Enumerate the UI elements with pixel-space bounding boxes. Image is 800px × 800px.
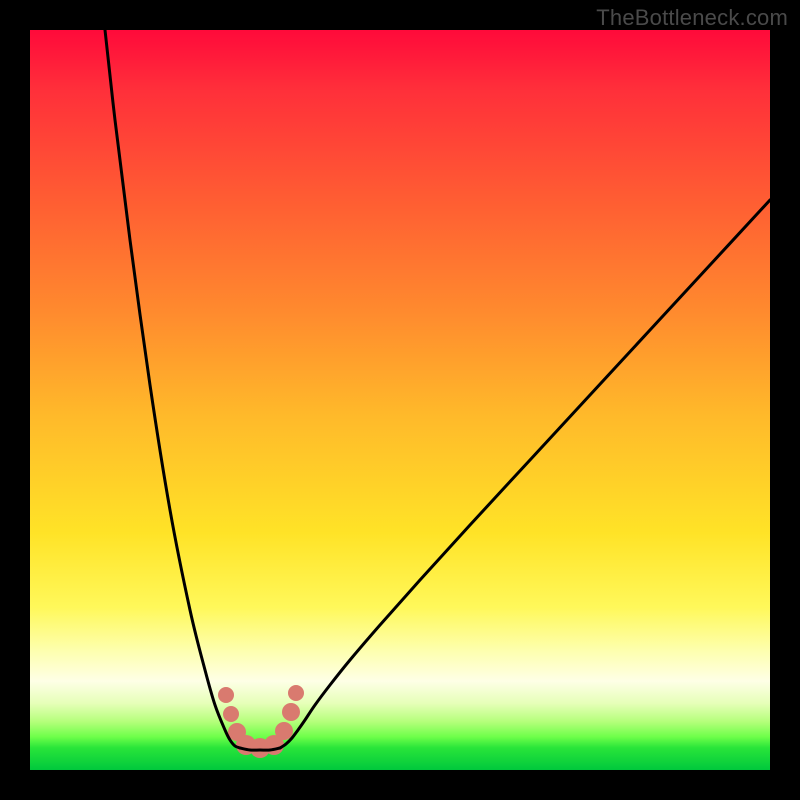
valley-marker [282, 703, 300, 721]
valley-marker [218, 687, 234, 703]
valley-marker [223, 706, 239, 722]
watermark-text: TheBottleneck.com [596, 5, 788, 31]
valley-markers-group [218, 685, 304, 758]
right-branch-curve [280, 200, 770, 748]
valley-marker [288, 685, 304, 701]
left-branch-curve [105, 30, 240, 748]
valley-marker [275, 722, 293, 740]
plot-area [30, 30, 770, 770]
curve-layer [30, 30, 770, 770]
outer-frame: TheBottleneck.com [0, 0, 800, 800]
